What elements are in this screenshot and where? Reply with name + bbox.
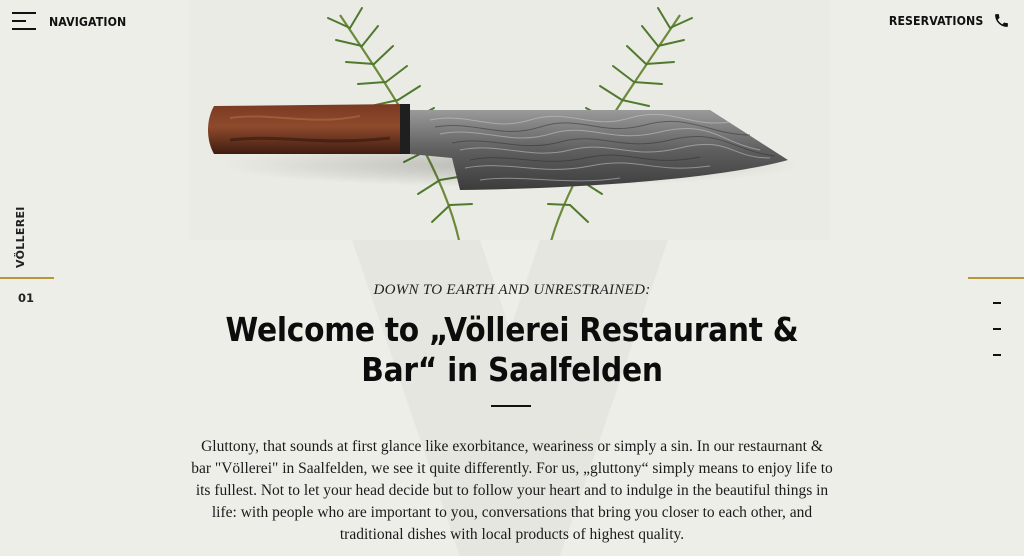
hamburger-menu-icon [12, 10, 38, 32]
phone-icon [995, 14, 1008, 27]
intro-paragraph: Gluttony, that sounds at first glance li… [191, 438, 833, 543]
section-accent-line-right [968, 277, 1024, 279]
page-title: Welcome to „Völlerei Restaurant & Bar“ i… [225, 310, 799, 389]
title-divider [491, 405, 531, 407]
slide-indicator-2[interactable] [993, 328, 1001, 330]
slide-indicator-3[interactable] [993, 354, 1001, 356]
navigation-label: NAVIGATION [49, 13, 127, 29]
section-accent-line-left [0, 277, 54, 279]
slide-indicator-1[interactable] [993, 302, 1001, 304]
hero-kicker: DOWN TO EARTH AND UNRESTRAINED: [373, 282, 651, 298]
reservations-label: RESERVATIONS [888, 13, 983, 28]
reservations-link[interactable]: RESERVATIONS [876, 12, 1010, 29]
section-vertical-label: VÖLLEREI [14, 206, 27, 268]
hero-knife-image [190, 0, 830, 240]
navigation-toggle[interactable]: NAVIGATION [12, 10, 137, 32]
